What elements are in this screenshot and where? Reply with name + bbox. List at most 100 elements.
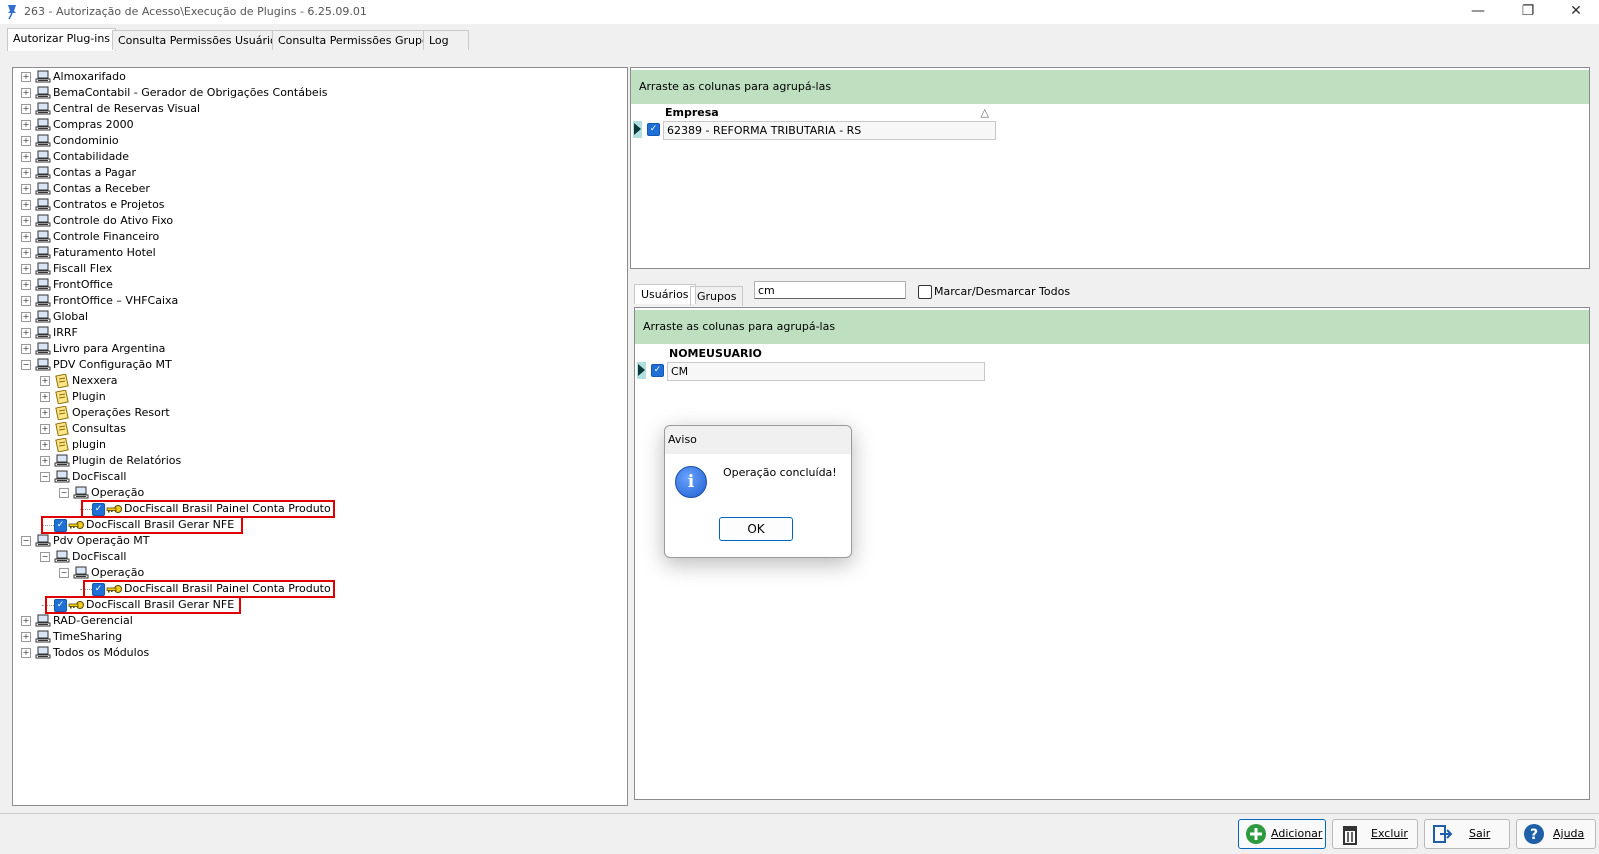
tree-node[interactable]: Todos os Módulos (53, 645, 149, 661)
tree-node-pdv-operacao[interactable]: Pdv Operação MT (53, 533, 150, 549)
expand-icon[interactable]: + (21, 216, 31, 226)
column-header-nomeusuario[interactable]: NOMEUSUARIO (669, 345, 969, 362)
expand-icon[interactable]: + (21, 616, 31, 626)
usuario-row-checkbox[interactable]: ✓ (651, 364, 664, 377)
tab-consulta-permissoes-usuario[interactable]: Consulta Permissões Usuário (112, 30, 283, 50)
sort-asc-icon[interactable]: △ (981, 104, 989, 121)
collapse-icon[interactable]: − (59, 568, 69, 578)
tree-node-pdv-configuracao[interactable]: PDV Configuração MT (53, 357, 172, 373)
tab-usuarios[interactable]: Usuários (634, 284, 696, 304)
tree-node[interactable]: Almoxarifado (53, 69, 126, 85)
tree-node[interactable]: Central de Reservas Visual (53, 101, 200, 117)
tree-node[interactable]: DocFiscall (72, 469, 126, 485)
minimize-button[interactable]: — (1455, 0, 1501, 24)
expand-icon[interactable]: + (40, 424, 50, 434)
tree-node[interactable]: Condominio (53, 133, 119, 149)
tree-node[interactable]: RAD-Gerencial (53, 613, 133, 629)
empresa-row-checkbox[interactable]: ✓ (647, 123, 660, 136)
expand-icon[interactable]: + (21, 344, 31, 354)
tree-node[interactable]: Faturamento Hotel (53, 245, 156, 261)
tree-node[interactable]: Operações Resort (72, 405, 170, 421)
collapse-icon[interactable]: − (21, 360, 31, 370)
expand-icon[interactable]: + (21, 152, 31, 162)
tab-consulta-permissoes-grupo[interactable]: Consulta Permissões Grupo (272, 30, 435, 50)
usuario-row[interactable]: CM (667, 362, 985, 381)
select-all-label[interactable]: Marcar/Desmarcar Todos (934, 285, 1070, 298)
expand-icon[interactable]: + (21, 648, 31, 658)
computer-icon (35, 630, 51, 643)
expand-icon[interactable]: + (40, 392, 50, 402)
expand-icon[interactable]: + (21, 184, 31, 194)
tree-node[interactable]: Contas a Pagar (53, 165, 136, 181)
tree-node[interactable]: Compras 2000 (53, 117, 134, 133)
expand-icon[interactable]: + (21, 280, 31, 290)
tree-node[interactable]: Controle Financeiro (53, 229, 159, 245)
tree-node-operacao[interactable]: Operação (91, 565, 144, 581)
excluir-button[interactable]: Excluir (1332, 819, 1418, 849)
sair-button[interactable]: Sair (1424, 819, 1510, 849)
expand-icon[interactable]: + (21, 120, 31, 130)
collapse-icon[interactable]: − (40, 472, 50, 482)
expand-icon[interactable]: + (21, 296, 31, 306)
expand-icon[interactable]: + (21, 248, 31, 258)
tab-grupos[interactable]: Grupos (690, 286, 744, 306)
expand-icon[interactable]: + (21, 312, 31, 322)
tree-node-operacao[interactable]: Operação (91, 485, 144, 501)
expand-icon[interactable]: + (40, 376, 50, 386)
expand-icon[interactable]: + (40, 408, 50, 418)
tree-node-docfiscall[interactable]: DocFiscall (72, 549, 126, 565)
tree-node[interactable]: Global (53, 309, 88, 325)
ajuda-button[interactable]: ? Ajuda (1516, 819, 1596, 849)
group-panel[interactable]: Arraste as colunas para agrupá-las (631, 70, 1589, 104)
svg-text:?: ? (1530, 827, 1538, 843)
plugin-tree[interactable]: + Almoxarifado + BemaContabil - Gerador de … (12, 67, 628, 806)
restore-button[interactable]: ❐ (1505, 0, 1551, 24)
empresa-row[interactable]: 62389 - REFORMA TRIBUTARIA - RS (663, 121, 996, 140)
tab-autorizar-plugins[interactable]: Autorizar Plug-ins (7, 28, 117, 51)
expand-icon[interactable]: + (21, 232, 31, 242)
row-selector[interactable] (633, 121, 642, 138)
tree-node[interactable]: BemaContabil - Gerador de Obrigações Con… (53, 85, 327, 101)
tree-node[interactable]: IRRF (53, 325, 78, 341)
tree-node[interactable]: Plugin de Relatórios (72, 453, 181, 469)
ok-button[interactable]: OK (719, 517, 793, 541)
expand-icon[interactable]: + (21, 88, 31, 98)
tree-node[interactable]: plugin (72, 437, 106, 453)
expand-icon[interactable]: + (21, 72, 31, 82)
tree-node[interactable]: Livro para Argentina (53, 341, 165, 357)
expand-icon[interactable]: + (21, 328, 31, 338)
tree-node[interactable]: Plugin (72, 389, 106, 405)
tree-node[interactable]: FrontOffice – VHFCaixa (53, 293, 178, 309)
collapse-icon[interactable]: − (59, 488, 69, 498)
empresa-grid[interactable]: Arraste as colunas para agrupá-las Empre… (630, 67, 1590, 269)
computer-icon (35, 326, 51, 339)
tree-node[interactable]: Contas a Receber (53, 181, 150, 197)
group-panel[interactable]: Arraste as colunas para agrupá-las (635, 310, 1589, 344)
collapse-icon[interactable]: − (40, 552, 50, 562)
dialog-message: Operação concluída! (723, 466, 837, 479)
close-button[interactable]: ✕ (1553, 0, 1599, 24)
tree-node[interactable]: Consultas (72, 421, 126, 437)
column-header-empresa[interactable]: Empresa △ (665, 104, 995, 122)
expand-icon[interactable]: + (21, 632, 31, 642)
collapse-icon[interactable]: − (21, 536, 31, 546)
tree-node[interactable]: Nexxera (72, 373, 118, 389)
expand-icon[interactable]: + (21, 136, 31, 146)
tree-node[interactable]: Contabilidade (53, 149, 129, 165)
tree-node[interactable]: Controle do Ativo Fixo (53, 213, 173, 229)
tree-node[interactable]: Contratos e Projetos (53, 197, 165, 213)
tree-node[interactable]: FrontOffice (53, 277, 113, 293)
expand-icon[interactable]: + (21, 200, 31, 210)
expand-icon[interactable]: + (40, 440, 50, 450)
expand-icon[interactable]: + (21, 168, 31, 178)
expand-icon[interactable]: + (21, 104, 31, 114)
select-all-checkbox[interactable] (918, 285, 932, 299)
tree-node[interactable]: Fiscall Flex (53, 261, 112, 277)
tab-log[interactable]: Log (423, 30, 469, 50)
row-selector[interactable] (637, 362, 646, 379)
expand-icon[interactable]: + (40, 456, 50, 466)
filter-input[interactable] (754, 281, 906, 299)
tree-node[interactable]: TimeSharing (53, 629, 122, 645)
adicionar-button[interactable]: Adicionar (1238, 819, 1326, 849)
expand-icon[interactable]: + (21, 264, 31, 274)
